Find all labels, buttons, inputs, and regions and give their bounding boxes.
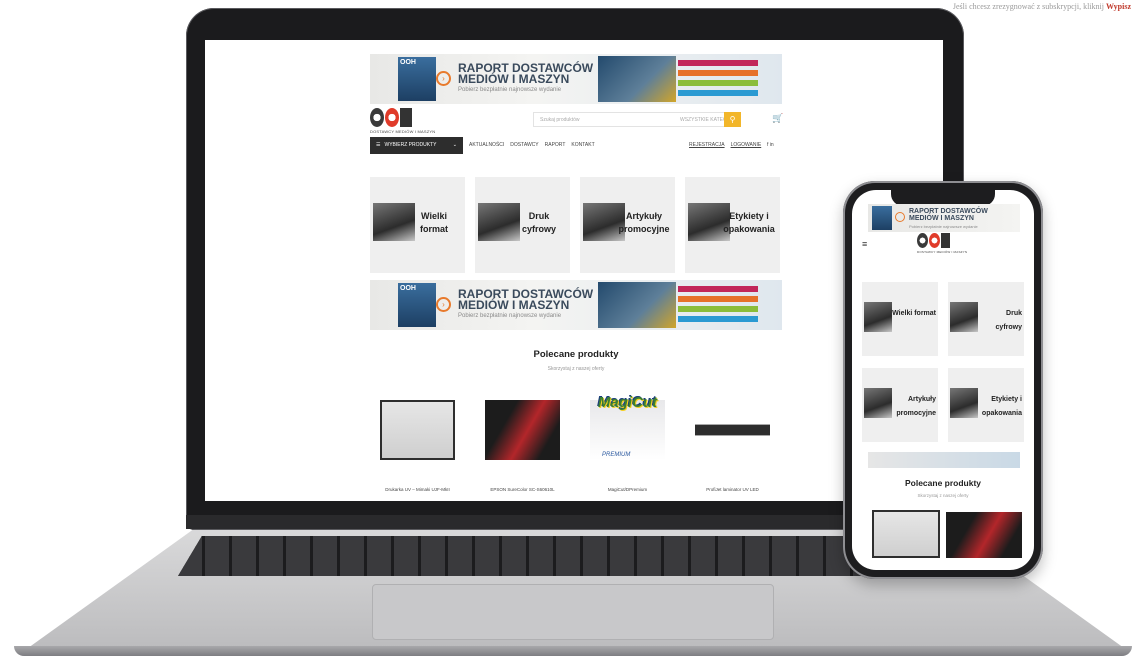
main-nav: AKTUALNOŚCI DOSTAWCY RAPORT KONTAKT [469,142,595,148]
unsubscribe-text: Jeśli chcesz zrezygnować z subskrypcji, … [952,2,1104,11]
banner-title: RAPORT DOSTAWCÓW MEDIÓW I MASZYN [909,208,988,222]
auth-links: REJESTRACJA LOGOWANIE [689,142,761,148]
hamburger-icon[interactable]: ≡ [862,239,867,249]
product-name[interactable]: ProfiJet laminator UV LED [685,487,780,492]
category-tile-large-format[interactable]: Wielki format [862,282,938,356]
product-name[interactable]: MagiCut/DPremium [580,487,675,492]
featured-subtitle: Skorzystaj z naszej oferty [917,493,969,498]
search-icon[interactable]: ⚲ [724,112,741,127]
nav-link-report[interactable]: RAPORT [545,142,566,148]
banner-tags [678,60,758,100]
site-logo[interactable]: DOSTAWCY MEDIÓW I MASZYN [917,233,967,254]
category-tile-labels[interactable]: Etykiety i opakowania [685,177,780,273]
register-link[interactable]: REJESTRACJA [689,142,725,148]
social-icons[interactable]: f in [767,142,774,148]
printer-image [598,56,676,102]
product-card[interactable]: EPSON SureColor SC-S60610L [475,390,570,498]
product-image [380,400,455,460]
nav-link-news[interactable]: AKTUALNOŚCI [469,142,504,148]
report-banner-middle[interactable]: OOH › RAPORT DOSTAWCÓW MEDIÓW I MASZYN P… [370,280,782,330]
featured-title: Polecane produkty [904,478,982,488]
laptop-base [14,646,1132,656]
banner-tags [678,286,758,326]
report-banner-top[interactable]: OOH › RAPORT DOSTAWCÓW MEDIÓW I MASZYN P… [370,54,782,104]
printer-image [598,282,676,328]
printer-image [950,388,978,418]
featured-subtitle: Skorzystaj z naszej oferty [547,366,605,372]
unsubscribe-link[interactable]: Wypisz [1106,2,1131,11]
category-tile-labels[interactable]: Etykiety i opakowania [948,368,1024,442]
product-image[interactable] [872,510,940,558]
magazine-cover: OOH [398,57,436,101]
premium-logo: PREMIUM [602,452,631,458]
search-input[interactable]: Szukaj produktów [540,117,579,123]
printer-image [864,388,892,418]
banner-subtitle: Pobierz bezpłatnie najnowsze wydanie [909,224,978,229]
featured-title: Polecane produkty [533,349,619,360]
arrow-circle-icon [895,212,905,222]
printer-image [864,302,892,332]
arrow-circle-icon: › [436,297,451,312]
category-tiles: Wielki format Druk cyfrowy Artykuły prom… [370,177,780,273]
laptop-trackpad [372,584,774,640]
product-card[interactable]: ProfiJet laminator UV LED [685,390,780,498]
phone-screen: RAPORT DOSTAWCÓW MEDIÓW I MASZYN Pobierz… [852,190,1034,570]
category-tile-large-format[interactable]: Wielki format [370,177,465,273]
logo-subtitle: DOSTAWCY MEDIÓW I MASZYN [370,129,436,134]
magiccut-logo: MagiCut [597,394,658,411]
banner-title: RAPORT DOSTAWCÓW MEDIÓW I MASZYN [458,287,594,312]
featured-products: Drukarka UV – Mimaki UJF-MkII EPSON Sure… [370,390,780,498]
banner-title: RAPORT DOSTAWCÓW MEDIÓW I MASZYN [458,61,594,86]
categories-dropdown[interactable]: ☰ WYBIERZ PRODUKTY ⌄ [370,137,463,154]
category-tile-digital-print[interactable]: Druk cyfrowy [948,282,1024,356]
product-name[interactable]: EPSON SureColor SC-S60610L [475,487,570,492]
product-card[interactable]: Drukarka UV – Mimaki UJF-MkII [370,390,465,498]
product-image[interactable] [946,512,1022,558]
product-image [485,400,560,460]
arrow-circle-icon: › [436,71,451,86]
search-bar[interactable]: Szukaj produktów WSZYSTKIE KATEGORIE ⚲ [533,112,741,127]
category-tile-digital-print[interactable]: Druk cyfrowy [475,177,570,273]
phone-category-tiles: Wielki format Druk cyfrowy Artykuły prom… [862,282,1024,442]
product-name[interactable]: Drukarka UV – Mimaki UJF-MkII [370,487,465,492]
chevron-down-icon: ⌄ [452,142,457,148]
nav-link-contact[interactable]: KONTAKT [571,142,594,148]
unsubscribe-note: Jeśli chcesz zrezygnować z subskrypcji, … [953,0,1133,11]
category-tile-promo[interactable]: Artykuły promocyjne [580,177,675,273]
printer-image [950,302,978,332]
banner-subtitle: Pobierz bezpłatnie najnowsze wydanie [458,313,562,319]
menu-icon: ☰ [376,142,381,148]
product-image: MagiCut PREMIUM [590,394,665,460]
phone-report-banner[interactable]: RAPORT DOSTAWCÓW MEDIÓW I MASZYN Pobierz… [868,204,1020,232]
logo-subtitle: DOSTAWCY MEDIÓW I MASZYN [917,250,968,254]
product-image [695,400,770,460]
banner-subtitle: Pobierz bezpłatnie najnowsze wydanie [458,87,562,93]
nav-link-suppliers[interactable]: DOSTAWCY [510,142,538,148]
login-link[interactable]: LOGOWANIE [731,142,762,148]
cart-icon[interactable]: 🛒 [772,113,783,124]
product-card[interactable]: MagiCut PREMIUM MagiCut/DPremium [580,390,675,498]
phone-report-banner-small[interactable] [868,452,1020,468]
magazine-cover [872,206,892,230]
category-tile-promo[interactable]: Artykuły promocyjne [862,368,938,442]
laptop-screen: OOH › RAPORT DOSTAWCÓW MEDIÓW I MASZYN P… [205,40,943,501]
magazine-cover: OOH [398,283,436,327]
site-logo[interactable]: DOSTAWCY MEDIÓW I MASZYN [370,108,435,134]
